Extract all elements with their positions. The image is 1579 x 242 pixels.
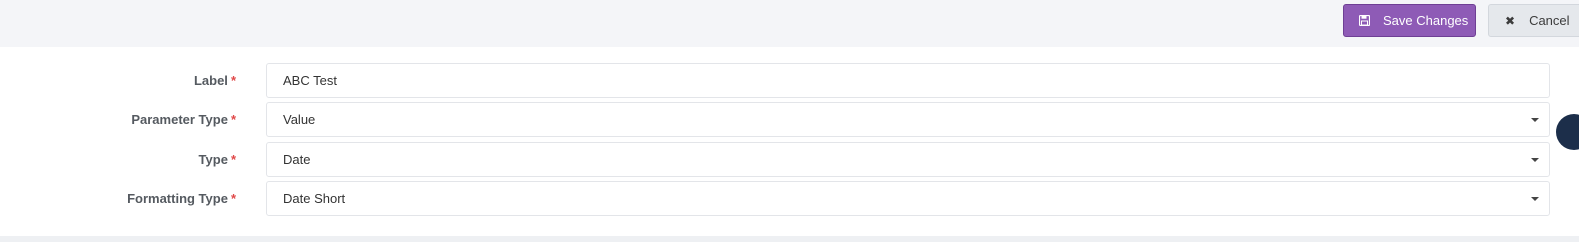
- field-label: Type *: [199, 142, 236, 177]
- required-mark: *: [230, 191, 236, 206]
- form-row-parameter-type: Parameter Type * Value: [0, 102, 1579, 137]
- save-icon: [1359, 15, 1370, 26]
- bottom-divider: [0, 236, 1579, 242]
- field-label-text: Label: [193, 73, 228, 88]
- parameter-type-select[interactable]: Value: [266, 102, 1550, 137]
- chevron-down-icon: [1531, 197, 1539, 201]
- formatting-type-value: Date Short: [283, 191, 346, 206]
- chevron-down-icon: [1531, 158, 1539, 162]
- field-label: Formatting Type *: [127, 181, 236, 216]
- toolbar: Save Changes ✖ Cancel: [0, 0, 1579, 47]
- field-label: Label *: [194, 63, 236, 98]
- formatting-type-select[interactable]: Date Short: [266, 181, 1550, 216]
- field-label-text: Type: [198, 152, 228, 167]
- parameter-type-value: Value: [283, 112, 316, 127]
- field-label-text: Formatting Type: [127, 191, 228, 206]
- required-mark: *: [230, 73, 236, 88]
- required-mark: *: [230, 152, 236, 167]
- form-row-type: Type * Date: [0, 142, 1579, 177]
- save-changes-label: Save Changes: [1383, 13, 1469, 28]
- type-select[interactable]: Date: [266, 142, 1550, 177]
- form-row-formatting-type: Formatting Type * Date Short: [0, 181, 1579, 216]
- field-label-text: Parameter Type: [131, 112, 228, 127]
- chevron-down-icon: [1531, 118, 1539, 122]
- field-label: Parameter Type *: [131, 102, 236, 137]
- label-input-value: ABC Test: [283, 73, 337, 88]
- cancel-label: Cancel: [1529, 13, 1570, 28]
- cancel-button[interactable]: ✖ Cancel: [1488, 4, 1579, 37]
- form-row-label: Label * ABC Test: [0, 63, 1579, 98]
- type-value: Date: [283, 152, 311, 167]
- label-input[interactable]: ABC Test: [266, 63, 1550, 98]
- close-icon: ✖: [1505, 13, 1516, 28]
- save-changes-button[interactable]: Save Changes: [1343, 4, 1476, 37]
- required-mark: *: [230, 112, 236, 127]
